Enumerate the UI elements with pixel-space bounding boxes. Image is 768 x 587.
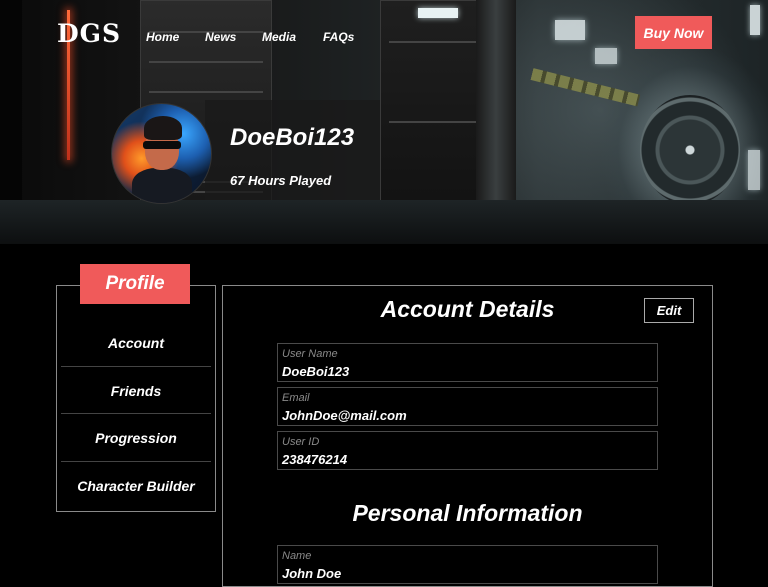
bulkhead-door [640, 95, 740, 205]
user-id-field[interactable]: User ID 238476214 [277, 431, 658, 470]
nav-home[interactable]: Home [146, 30, 179, 44]
account-details-title: Account Details [380, 296, 555, 322]
username-field[interactable]: User Name DoeBoi123 [277, 343, 658, 382]
email-field[interactable]: Email JohnDoe@mail.com [277, 387, 658, 426]
profile-sidebar: Account Friends Progression Character Bu… [56, 285, 216, 512]
sidebar-item-character-builder[interactable]: Character Builder [61, 462, 211, 509]
personal-info-title: Personal Information [352, 500, 583, 526]
tab-profile[interactable]: Profile [80, 264, 190, 304]
brand-logo[interactable]: DGS [57, 19, 121, 48]
nav-faqs[interactable]: FAQs [323, 30, 354, 44]
field-label: User ID [282, 436, 320, 448]
field-value: DoeBoi123 [282, 364, 350, 379]
field-value: JohnDoe@mail.com [282, 408, 407, 423]
name-field[interactable]: Name John Doe [277, 545, 658, 584]
field-label: Name [282, 550, 312, 562]
sidebar-item-progression[interactable]: Progression [61, 414, 211, 461]
sidebar-item-account[interactable]: Account [61, 319, 211, 366]
field-label: Email [282, 392, 310, 404]
profile-username: DoeBoi123 [230, 124, 355, 151]
edit-button[interactable]: Edit [644, 298, 694, 323]
field-value: John Doe [282, 566, 342, 581]
account-panel: Account Details Edit User Name DoeBoi123… [222, 285, 713, 587]
nav-media[interactable]: Media [262, 30, 296, 44]
hours-played: 67 Hours Played [230, 173, 332, 188]
sidebar-item-friends[interactable]: Friends [61, 367, 211, 414]
nav-news[interactable]: News [205, 30, 236, 44]
field-label: User Name [282, 348, 338, 360]
field-value: 238476214 [282, 452, 348, 467]
avatar[interactable] [111, 103, 212, 204]
buy-now-button[interactable]: Buy Now [635, 16, 712, 49]
